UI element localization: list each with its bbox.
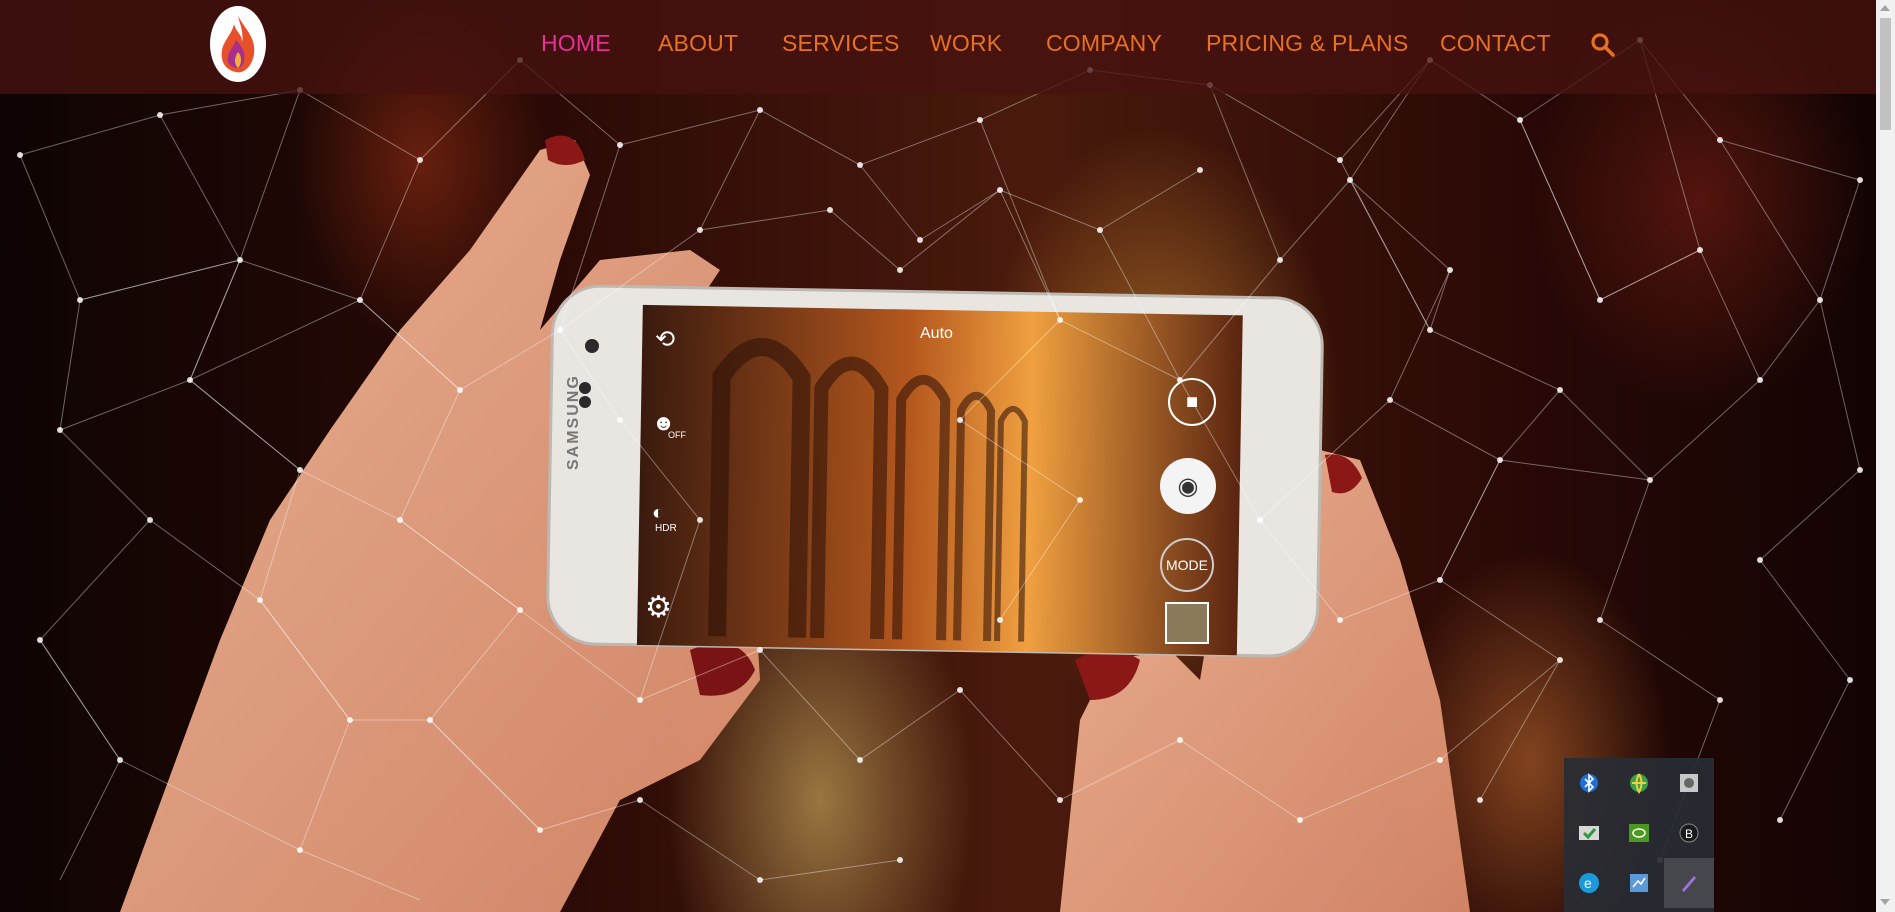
nav-work[interactable]: WORK — [930, 30, 1002, 57]
nav-home[interactable]: HOME — [541, 30, 611, 57]
svg-text:B: B — [1685, 827, 1693, 841]
app-b-icon[interactable]: B — [1664, 808, 1714, 858]
nav-services[interactable]: SERVICES — [782, 30, 900, 57]
security-check-icon[interactable] — [1564, 808, 1614, 858]
settings-gear-icon: ⚙ — [645, 591, 672, 624]
nav-company[interactable]: COMPANY — [1046, 30, 1162, 57]
nav-contact[interactable]: CONTACT — [1440, 30, 1551, 57]
top-navbar: HOME ABOUT SERVICES WORK COMPANY PRICING… — [0, 0, 1876, 94]
scroll-down-arrow-icon[interactable] — [1880, 899, 1890, 905]
edge-icon[interactable]: e — [1564, 858, 1614, 908]
phone-brand: SAMSUNG — [565, 374, 582, 470]
disk-icon[interactable] — [1664, 758, 1714, 808]
nav-about[interactable]: ABOUT — [658, 30, 738, 57]
camera-mode-label: Auto — [920, 325, 953, 342]
switch-camera-icon: ⟲ — [655, 326, 676, 353]
bluetooth-icon[interactable] — [1564, 758, 1614, 808]
mode-button: MODE — [1160, 538, 1214, 592]
nvidia-icon[interactable] — [1614, 808, 1664, 858]
pen-icon[interactable] — [1664, 858, 1714, 908]
display-icon[interactable] — [1614, 858, 1664, 908]
hdr-label: HDR — [655, 523, 677, 534]
video-record-icon: ■ — [1168, 378, 1216, 426]
scrollbar-thumb[interactable] — [1880, 18, 1891, 130]
flame-logo-icon[interactable] — [210, 6, 266, 82]
scroll-up-arrow-icon[interactable] — [1880, 5, 1890, 11]
network-globe-icon[interactable] — [1614, 758, 1664, 808]
system-tray-overflow: B e — [1564, 758, 1714, 912]
shutter-camera-icon: ◉ — [1160, 458, 1216, 514]
hdr-icon: ◐ — [652, 502, 665, 524]
page-scrollbar[interactable] — [1876, 0, 1895, 912]
gallery-thumbnail — [1165, 602, 1209, 644]
mode-button-label: MODE — [1166, 557, 1208, 573]
search-icon[interactable] — [1590, 32, 1616, 58]
nav-pricing-plans[interactable]: PRICING & PLANS — [1206, 30, 1408, 57]
svg-text:e: e — [1584, 875, 1592, 891]
face-detect-label: OFF — [668, 430, 686, 440]
